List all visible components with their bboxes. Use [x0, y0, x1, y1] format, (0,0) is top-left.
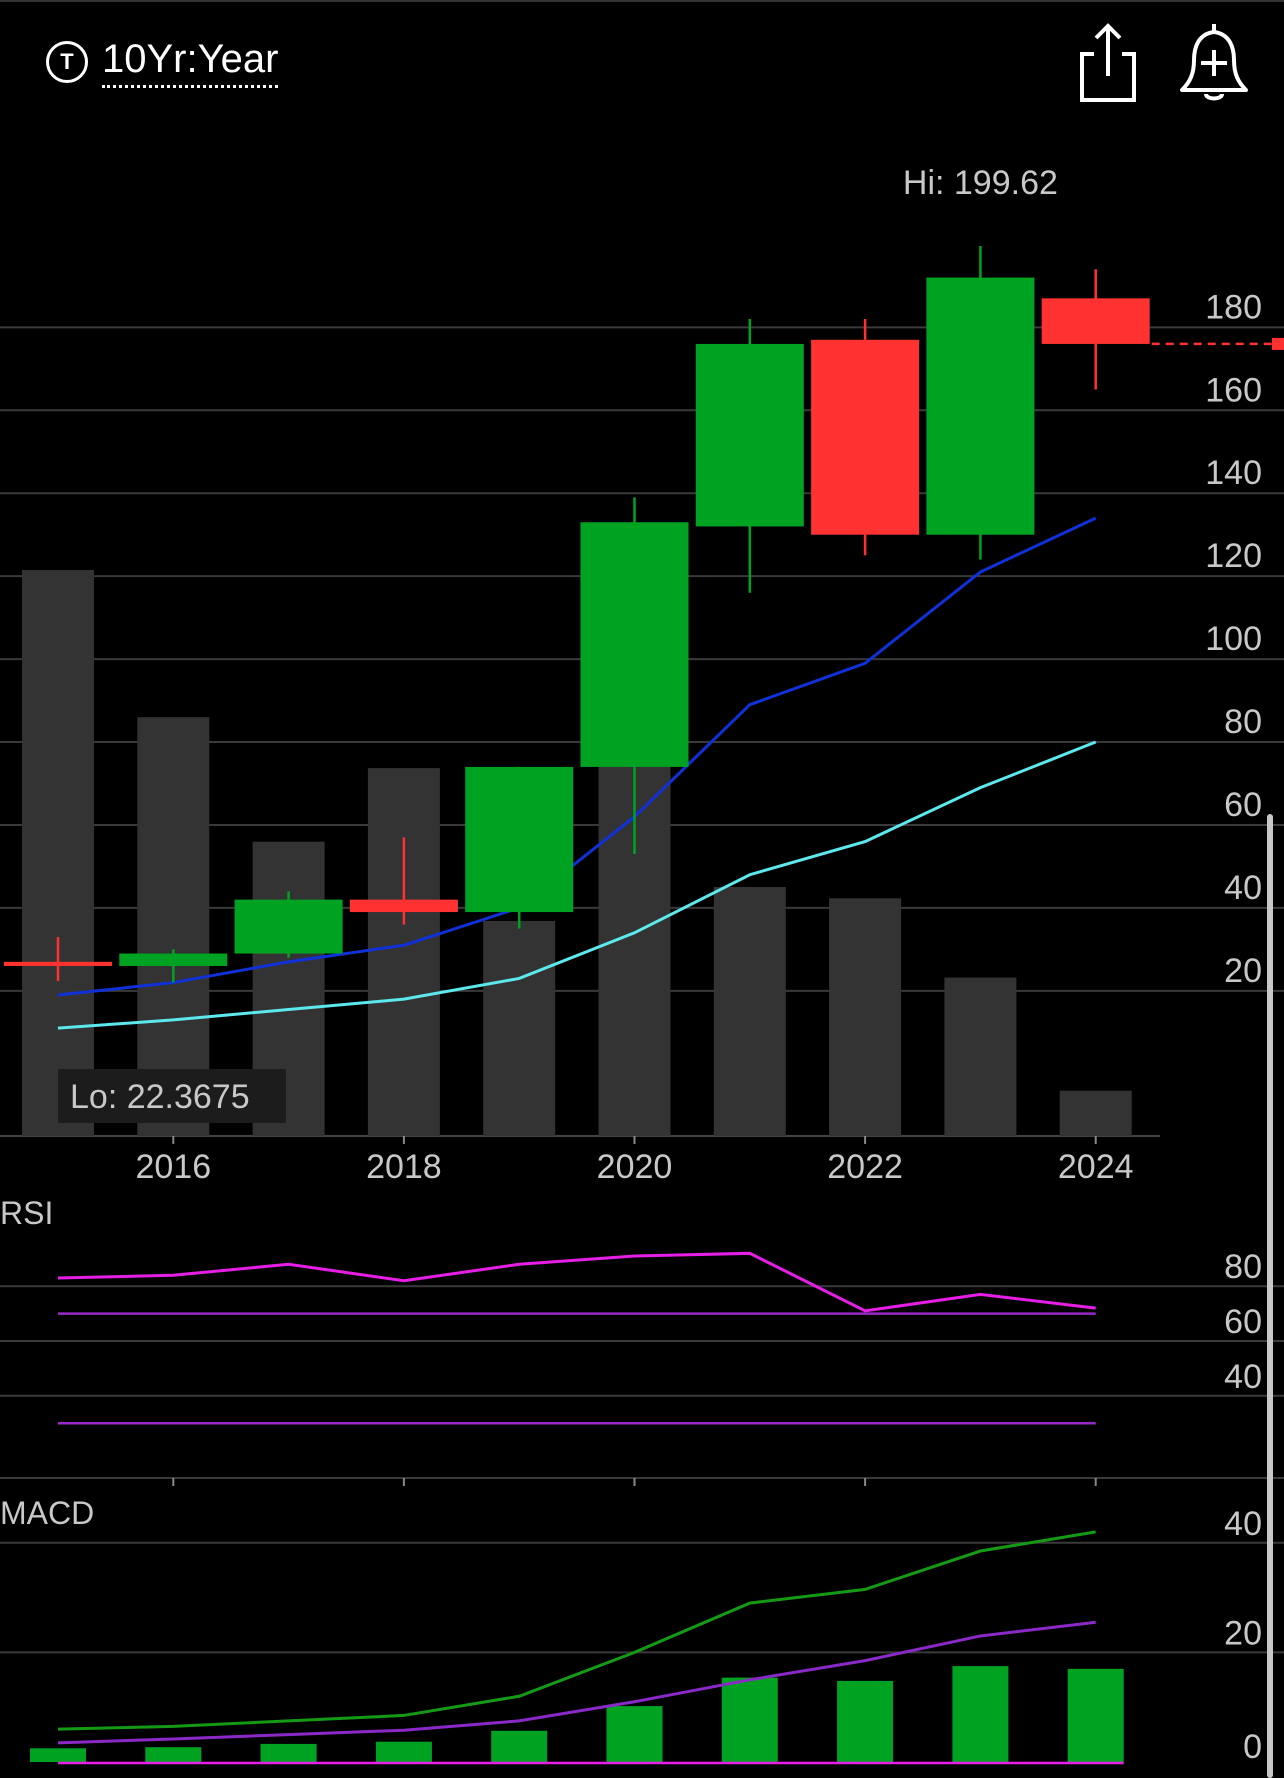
volume-bar: [367, 768, 440, 1136]
price-tick-label: 80: [1224, 703, 1262, 741]
macd-histogram-bar: [837, 1680, 894, 1762]
price-tick-label: 160: [1205, 371, 1262, 409]
candle-body: [234, 899, 343, 954]
macd-histogram-bar: [260, 1743, 317, 1762]
x-tick-label: 2020: [597, 1148, 673, 1186]
price-low-label: Lo: 22.3675: [70, 1078, 250, 1116]
price-tick-label: 140: [1205, 454, 1262, 492]
macd-histogram-bar: [721, 1677, 778, 1762]
price-tick-label: 120: [1205, 537, 1262, 575]
x-tick-label: 2018: [366, 1148, 442, 1186]
price-tick-label: 40: [1224, 869, 1262, 907]
candle-body: [926, 277, 1035, 535]
candle-body: [465, 766, 574, 913]
x-tick-label: 2022: [827, 1148, 903, 1186]
macd-histogram-bar: [30, 1748, 86, 1762]
macd-line: [57, 1530, 1096, 1731]
rsi-tick-label: 60: [1224, 1303, 1262, 1341]
macd-histogram-bar: [952, 1666, 1009, 1762]
x-tick-label: 2024: [1058, 1148, 1134, 1186]
macd-histogram-bar: [606, 1706, 663, 1762]
volume-bar: [1059, 1090, 1132, 1136]
stock-chart[interactable]: 180 160 140 120 100 80 60 40 20 Hi: 199.62 Lo: 22.…: [0, 0, 1284, 1778]
macd-histogram-bar: [491, 1730, 548, 1762]
candle-body: [1041, 298, 1150, 344]
sma-fast-line: [57, 516, 1097, 997]
x-tick-label: 2016: [135, 1148, 211, 1186]
bell-plus-icon: [1180, 23, 1248, 101]
share-button[interactable]: [1068, 20, 1148, 104]
candle-body: [349, 899, 458, 913]
chart-toolbar: T 10Yr:Year: [0, 0, 1284, 120]
volume-bar: [483, 920, 556, 1136]
macd-title: MACD: [0, 1495, 94, 1531]
last-price-marker: [1272, 337, 1284, 350]
candle-body: [119, 953, 228, 966]
rsi-tick-label: 40: [1224, 1358, 1262, 1396]
macd-tick-label: 0: [1243, 1728, 1262, 1766]
time-range-selector[interactable]: T 10Yr:Year: [46, 34, 279, 90]
volume-bar: [713, 886, 786, 1136]
price-tick-label: 20: [1224, 952, 1262, 990]
price-tick-label: 60: [1224, 786, 1262, 824]
rsi-title: RSI: [0, 1195, 53, 1231]
vertical-scrollbar[interactable]: [1267, 814, 1273, 1778]
rsi-line: [57, 1251, 1096, 1313]
price-high-label: Hi: 199.62: [903, 164, 1058, 202]
macd-histogram-bar: [375, 1741, 432, 1762]
candle-body: [4, 961, 112, 966]
macd-histogram-bar: [1067, 1668, 1124, 1762]
alert-button[interactable]: [1174, 20, 1254, 104]
volume-bar: [22, 570, 94, 1136]
volume-bar: [944, 977, 1017, 1136]
time-range-icon: T: [46, 41, 88, 83]
volume-bar: [829, 898, 902, 1136]
share-icon: [1080, 23, 1136, 102]
price-tick-label: 180: [1205, 288, 1262, 326]
time-range-label: 10Yr:Year: [102, 37, 279, 88]
macd-tick-label: 20: [1224, 1614, 1262, 1652]
macd-tick-label: 40: [1224, 1505, 1262, 1543]
rsi-tick-label: 80: [1224, 1248, 1262, 1286]
candle-body: [811, 339, 920, 535]
candle-body: [695, 343, 804, 527]
macd-histogram-bar: [145, 1747, 202, 1762]
sma-slow-line: [57, 740, 1097, 1030]
price-tick-label: 100: [1205, 620, 1262, 658]
candle-body: [580, 522, 689, 767]
